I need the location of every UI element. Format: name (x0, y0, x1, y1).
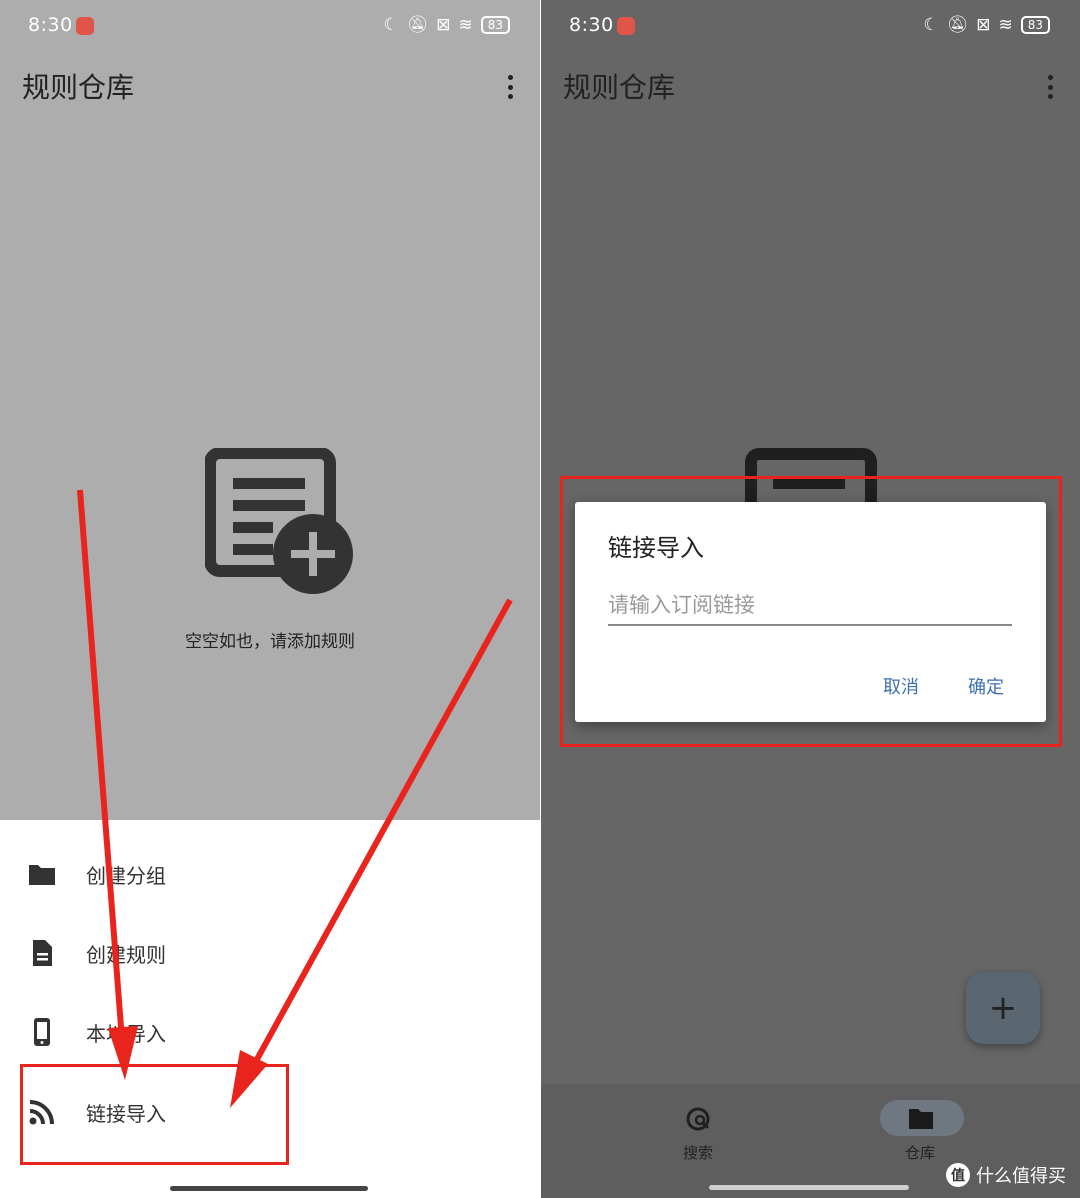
more-options-icon[interactable] (1040, 72, 1060, 102)
annotation-arrows (77, 489, 513, 1108)
annotation-arrowhead-left (108, 1026, 138, 1080)
moon-icon: ☾ (923, 15, 939, 35)
gesture-bar[interactable] (709, 1185, 909, 1190)
highlight-frame-dialog (560, 476, 1062, 747)
status-bar: 8:30 ☾ 🔕︎ ⊠ ≋ 83 (541, 0, 1080, 54)
left-screen: 8:30 ☾ 🔕︎ ⊠ ≋ 83 规则仓库 空空如也，请添加规则 创建分组 创建… (0, 0, 540, 1198)
mute-bell-icon: 🔕︎ (946, 15, 969, 35)
status-icons: ☾ 🔕︎ ⊠ ≋ 83 (923, 14, 1050, 36)
page-title: 规则仓库 (563, 71, 676, 104)
add-button[interactable]: + (966, 972, 1040, 1044)
annotation-arrowhead-right (230, 1050, 268, 1108)
wifi-icon: ≋ (998, 15, 1013, 35)
annotation-arrow-left (77, 489, 125, 1041)
annotation-arrow-right (247, 598, 513, 1074)
watermark-text: 什么值得买 (976, 1166, 1066, 1187)
search-globe-icon (686, 1107, 710, 1131)
right-screen: 8:30 ☾ 🔕︎ ⊠ ≋ 83 规则仓库 链接导入 取消 确定 + (541, 0, 1080, 1198)
nav-item-repository[interactable]: 仓库 (865, 1098, 975, 1168)
folder-icon (909, 1109, 933, 1129)
nav-item-label: 搜索 (682, 1144, 713, 1162)
watermark-logo: 值 (946, 1163, 970, 1187)
sim-off-icon: ⊠ (976, 15, 991, 35)
watermark: 值 什么值得买 (946, 1162, 1066, 1188)
plus-icon: + (988, 988, 1018, 1028)
notification-app-icon (617, 17, 635, 35)
nav-item-search[interactable]: 搜索 (643, 1098, 753, 1168)
status-time: 8:30 (569, 14, 614, 36)
battery-icon: 83 (1020, 16, 1050, 34)
nav-item-label: 仓库 (904, 1144, 935, 1162)
